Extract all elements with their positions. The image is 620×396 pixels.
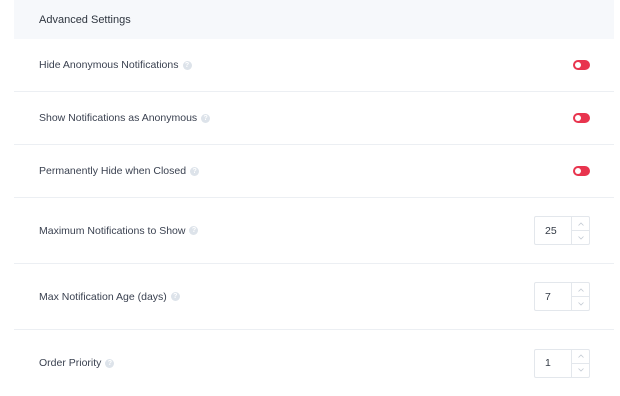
setting-label: Show Notifications as Anonymous (39, 112, 198, 124)
setting-label-wrap: Permanently Hide when Closed ? (39, 165, 200, 177)
setting-label-wrap: Order Priority ? (39, 357, 115, 369)
help-icon[interactable]: ? (105, 358, 115, 368)
advanced-settings-panel: Advanced Settings Hide Anonymous Notific… (14, 0, 614, 396)
max-age-input[interactable] (535, 283, 571, 310)
chevron-up-icon[interactable] (572, 217, 589, 230)
max-age-stepper (534, 282, 590, 311)
toggle-knob (575, 168, 581, 174)
panel-header: Advanced Settings (14, 0, 614, 39)
panel-title: Advanced Settings (39, 13, 131, 26)
chevron-up-icon[interactable] (572, 350, 589, 363)
setting-row-show-as-anonymous: Show Notifications as Anonymous ? (14, 92, 614, 145)
stepper-arrows (571, 349, 589, 377)
chevron-down-icon[interactable] (572, 230, 589, 244)
show-as-anonymous-toggle[interactable] (573, 113, 590, 123)
hide-anonymous-toggle[interactable] (573, 60, 590, 70)
permanently-hide-toggle[interactable] (573, 166, 590, 176)
help-icon[interactable]: ? (190, 166, 200, 176)
setting-label-wrap: Maximum Notifications to Show ? (39, 224, 199, 237)
stepper-arrows (571, 283, 589, 310)
max-notifications-stepper (534, 216, 590, 245)
toggle-knob (575, 62, 581, 68)
help-icon[interactable]: ? (201, 113, 211, 123)
setting-row-permanently-hide: Permanently Hide when Closed ? (14, 145, 614, 198)
setting-label-wrap: Max Notification Age (days) ? (39, 291, 180, 303)
setting-row-hide-anonymous: Hide Anonymous Notifications ? (14, 39, 614, 92)
setting-row-order-priority: Order Priority ? (14, 330, 614, 396)
setting-label-wrap: Hide Anonymous Notifications ? (39, 59, 192, 71)
chevron-down-icon[interactable] (572, 296, 589, 310)
setting-row-max-age: Max Notification Age (days) ? (14, 264, 614, 330)
order-priority-input[interactable] (535, 349, 571, 377)
stepper-arrows (571, 217, 589, 244)
order-priority-stepper (534, 348, 590, 378)
setting-label-wrap: Show Notifications as Anonymous ? (39, 112, 211, 124)
toggle-knob (575, 115, 581, 121)
max-notifications-input[interactable] (535, 217, 571, 244)
chevron-up-icon[interactable] (572, 283, 589, 296)
setting-row-max-notifications: Maximum Notifications to Show ? (14, 198, 614, 264)
setting-label: Order Priority (39, 357, 102, 369)
setting-label: Hide Anonymous Notifications (39, 59, 179, 71)
help-icon[interactable]: ? (182, 60, 192, 70)
setting-label: Maximum Notifications to Show (39, 224, 186, 237)
help-icon[interactable]: ? (170, 292, 180, 301)
help-icon[interactable]: ? (189, 226, 199, 235)
chevron-down-icon[interactable] (572, 362, 589, 377)
setting-label: Permanently Hide when Closed (39, 165, 187, 177)
setting-label: Max Notification Age (days) (39, 290, 167, 303)
